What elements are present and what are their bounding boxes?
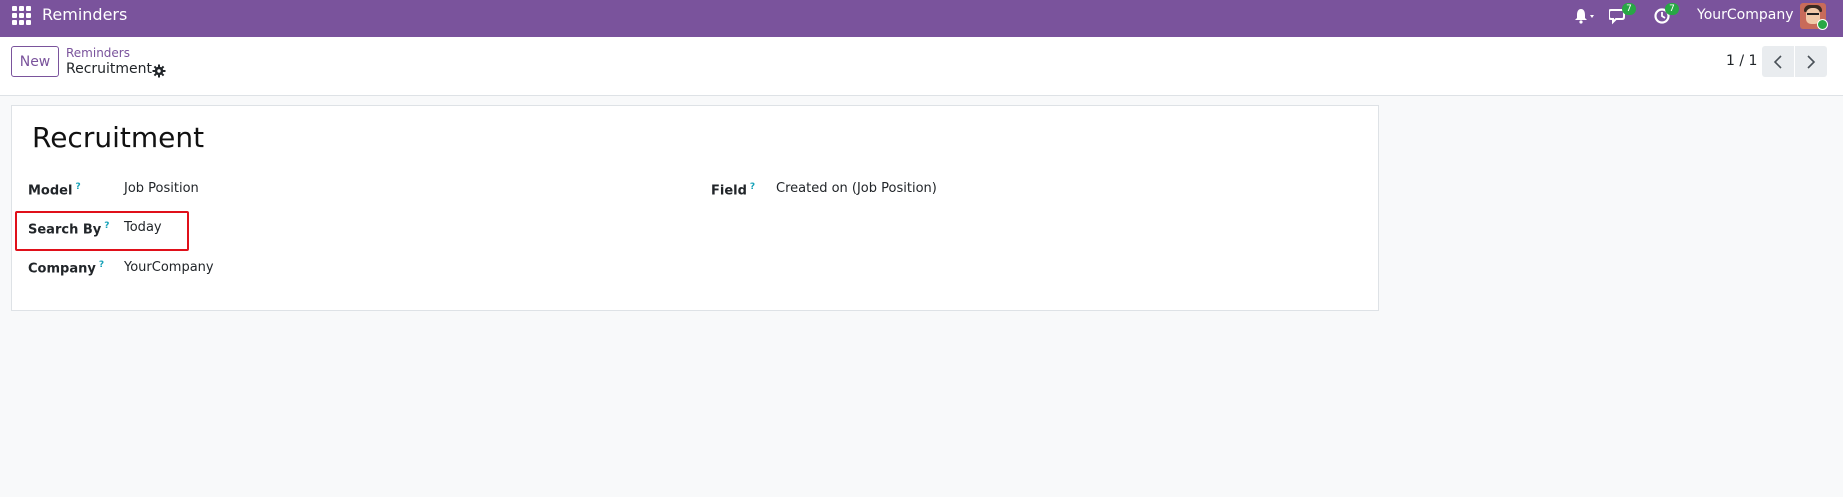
field-value-field[interactable]: Created on (Job Position) — [776, 181, 937, 197]
clock-icon[interactable]: 7 — [1654, 3, 1679, 25]
form-sheet: Recruitment Model? Job Position Search B… — [11, 105, 1379, 311]
field-value-model[interactable]: Job Position — [124, 181, 199, 197]
control-panel: New Reminders Recruitment 1 / 1 — [0, 37, 1843, 96]
breadcrumb-parent-link[interactable]: Reminders — [66, 46, 130, 60]
field-value-company[interactable]: YourCompany — [124, 260, 214, 276]
help-tooltip-icon[interactable]: ? — [104, 221, 109, 231]
app-title[interactable]: Reminders — [42, 5, 127, 25]
chat-icon[interactable]: 7 — [1608, 3, 1636, 25]
breadcrumb-current: Recruitment — [66, 61, 153, 77]
record-title[interactable]: Recruitment — [32, 121, 204, 155]
chevron-right-icon — [1807, 54, 1816, 69]
field-value-search-by[interactable]: Today — [124, 220, 162, 236]
top-navbar: Reminders 7 7 YourCompany — [0, 0, 1843, 37]
activities-badge: 7 — [1665, 3, 1679, 15]
chevron-left-icon — [1773, 54, 1782, 69]
help-tooltip-icon[interactable]: ? — [99, 260, 104, 270]
company-switcher[interactable]: YourCompany — [1697, 6, 1794, 24]
help-tooltip-icon[interactable]: ? — [750, 182, 755, 192]
field-label-company: Company? — [28, 260, 105, 277]
help-tooltip-icon[interactable]: ? — [75, 182, 80, 192]
online-status-indicator — [1817, 19, 1828, 30]
gear-icon[interactable] — [152, 63, 166, 78]
bell-icon[interactable] — [1574, 7, 1598, 25]
messages-badge: 7 — [1622, 3, 1636, 15]
pager-next-button[interactable] — [1795, 46, 1827, 77]
apps-grid-icon[interactable] — [12, 6, 32, 26]
pager-value[interactable]: 1 / 1 — [1726, 53, 1757, 70]
pager-previous-button[interactable] — [1762, 46, 1794, 77]
field-label-field: Field? — [711, 182, 756, 199]
field-label-search-by: Search By? — [28, 221, 110, 238]
field-label-model: Model? — [28, 182, 81, 199]
new-button[interactable]: New — [11, 46, 59, 77]
chevron-down-icon — [1590, 15, 1594, 18]
